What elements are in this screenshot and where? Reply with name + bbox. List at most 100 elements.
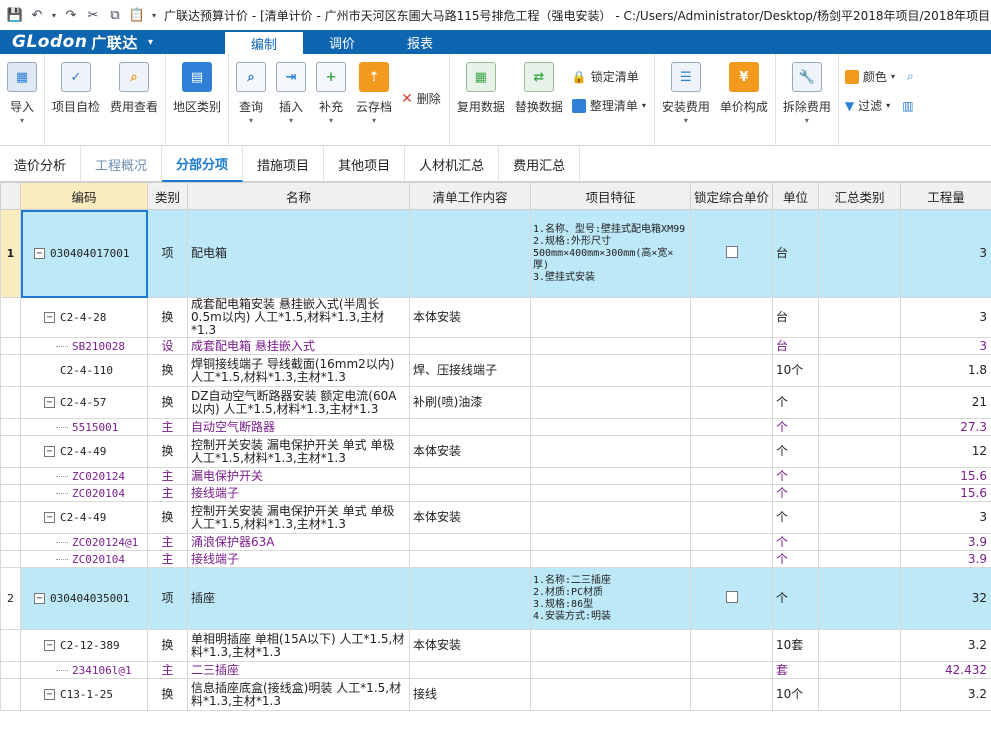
feature-cell[interactable]: 1.名称:二三插座 2.材质:PC材质 3.规格:86型 4.安装方式:明装 — [530, 567, 691, 630]
work-content-cell[interactable] — [409, 484, 531, 502]
cut-icon[interactable]: ✂ — [84, 6, 102, 24]
paste-icon[interactable]: 📋 — [128, 6, 146, 24]
category-cell[interactable]: 主 — [147, 533, 188, 551]
quantity-cell[interactable]: 3 — [900, 209, 991, 298]
work-content-cell[interactable] — [409, 209, 531, 298]
ribbon-tab-2[interactable]: 报表 — [381, 30, 459, 54]
page-tab-4[interactable]: 其他项目 — [324, 146, 406, 182]
work-content-cell[interactable]: 焊、压接线端子 — [409, 354, 531, 387]
code-cell[interactable]: − C13-1-25 — [20, 678, 148, 711]
summary-category-cell[interactable] — [818, 678, 901, 711]
column-header-1[interactable]: 编码 — [20, 182, 148, 210]
code-cell[interactable]: 234106l@1 — [20, 661, 148, 679]
feature-cell[interactable] — [530, 533, 691, 551]
unit-cell[interactable]: 套 — [772, 661, 819, 679]
customize-dropdown-icon[interactable]: ▾ — [150, 6, 158, 24]
delete-button[interactable]: ✕ 删除 — [401, 90, 441, 107]
quantity-cell[interactable]: 15.6 — [900, 484, 991, 502]
category-cell[interactable]: 主 — [147, 550, 188, 568]
row-number[interactable] — [0, 435, 21, 468]
summary-category-cell[interactable] — [818, 533, 901, 551]
feature-cell[interactable] — [530, 678, 691, 711]
code-cell[interactable]: − C2-4-57 — [20, 386, 148, 419]
feature-cell[interactable] — [530, 418, 691, 436]
feature-cell[interactable] — [530, 661, 691, 679]
name-cell[interactable]: 接线端子 — [187, 550, 410, 568]
quantity-cell[interactable]: 21 — [900, 386, 991, 419]
lock-price-cell[interactable] — [690, 297, 773, 338]
table-row[interactable]: ZC020104 主接线端子 个 3.9 — [0, 550, 991, 568]
summary-category-cell[interactable] — [818, 484, 901, 502]
page-tab-6[interactable]: 费用汇总 — [499, 146, 581, 182]
collapse-toggle-icon[interactable]: − — [34, 593, 45, 604]
quantity-cell[interactable]: 15.6 — [900, 467, 991, 485]
unit-cell[interactable]: 个 — [772, 386, 819, 419]
work-content-cell[interactable] — [409, 337, 531, 355]
summary-category-cell[interactable] — [818, 337, 901, 355]
summary-category-cell[interactable] — [818, 418, 901, 436]
name-cell[interactable]: 成套配电箱 悬挂嵌入式 — [187, 337, 410, 355]
name-cell[interactable]: 信息插座底盒(接线盒)明装 人工*1.5,材料*1.3,主材*1.3 — [187, 678, 410, 711]
lock-price-cell[interactable] — [690, 484, 773, 502]
unit-cell[interactable]: 个 — [772, 567, 819, 630]
dismantle-fee-button[interactable]: 🔧 拆除费用 ▾ — [778, 54, 836, 146]
category-cell[interactable]: 项 — [147, 567, 188, 630]
work-content-cell[interactable] — [409, 550, 531, 568]
collapse-toggle-icon[interactable]: − — [44, 689, 55, 700]
work-content-cell[interactable]: 本体安装 — [409, 435, 531, 468]
page-tab-1[interactable]: 工程概况 — [81, 146, 163, 182]
row-number[interactable] — [0, 501, 21, 534]
name-cell[interactable]: 成套配电箱安装 悬挂嵌入式(半周长0.5m以内) 人工*1.5,材料*1.3,主… — [187, 297, 410, 338]
project-check-button[interactable]: ✓ 项目自检 — [47, 54, 105, 146]
lock-price-cell[interactable] — [690, 386, 773, 419]
unit-cell[interactable]: 10套 — [772, 629, 819, 662]
work-content-cell[interactable] — [409, 467, 531, 485]
lock-price-cell[interactable] — [690, 337, 773, 355]
name-cell[interactable]: 自动空气断路器 — [187, 418, 410, 436]
feature-cell[interactable] — [530, 435, 691, 468]
lock-checkbox[interactable] — [725, 246, 738, 258]
page-tab-5[interactable]: 人材机汇总 — [405, 146, 500, 182]
category-cell[interactable]: 换 — [147, 354, 188, 387]
column-header-9[interactable]: 工程量 — [900, 182, 991, 210]
table-row[interactable]: 5515001 主自动空气断路器 个 27.3 — [0, 418, 991, 436]
name-cell[interactable]: 控制开关安装 漏电保护开关 单式 单极 人工*1.5,材料*1.3,主材*1.3 — [187, 501, 410, 534]
unit-cell[interactable]: 个 — [772, 467, 819, 485]
lock-price-cell[interactable] — [690, 678, 773, 711]
summary-category-cell[interactable] — [818, 661, 901, 679]
code-cell[interactable]: C2-4-110 — [20, 354, 148, 387]
reuse-data-button[interactable]: ▦ 复用数据 — [452, 54, 510, 146]
category-cell[interactable]: 换 — [147, 435, 188, 468]
collapse-toggle-icon[interactable]: − — [44, 640, 55, 651]
install-fee-button[interactable]: ☰ 安装费用 ▾ — [657, 54, 715, 146]
name-cell[interactable]: 控制开关安装 漏电保护开关 单式 单极 人工*1.5,材料*1.3,主材*1.3 — [187, 435, 410, 468]
feature-cell[interactable] — [530, 354, 691, 387]
code-cell[interactable]: − C2-4-28 — [20, 297, 148, 338]
row-number[interactable] — [0, 337, 21, 355]
category-cell[interactable]: 换 — [147, 629, 188, 662]
work-content-cell[interactable]: 本体安装 — [409, 501, 531, 534]
name-cell[interactable]: 二三插座 — [187, 661, 410, 679]
lock-price-cell[interactable] — [690, 354, 773, 387]
code-cell[interactable]: − C2-12-389 — [20, 629, 148, 662]
feature-cell[interactable] — [530, 297, 691, 338]
summary-category-cell[interactable] — [818, 567, 901, 630]
quantity-cell[interactable]: 3.9 — [900, 533, 991, 551]
category-cell[interactable]: 主 — [147, 467, 188, 485]
lock-price-cell[interactable] — [690, 209, 773, 298]
work-content-cell[interactable]: 本体安装 — [409, 297, 531, 338]
lock-price-cell[interactable] — [690, 661, 773, 679]
lock-price-cell[interactable] — [690, 435, 773, 468]
table-row[interactable]: − C2-12-389 换单相明插座 单相(15A以下) 人工*1.5,材料*1.3… — [0, 629, 991, 662]
table-row[interactable]: ZC020104 主接线端子 个 15.6 — [0, 484, 991, 502]
summary-category-cell[interactable] — [818, 501, 901, 534]
code-cell[interactable]: ZC020104 — [20, 484, 148, 502]
table-row[interactable]: 2−030404035001 项插座 1.名称:二三插座 2.材质:PC材质 3.规… — [0, 567, 991, 630]
supplement-button[interactable]: + 补充 ▾ — [311, 54, 351, 146]
lock-checkbox[interactable] — [725, 591, 738, 603]
binoculars-icon[interactable]: ⌕ — [907, 69, 914, 84]
feature-cell[interactable]: 1.名称、型号:壁挂式配电箱XM99 2.规格:外形尺寸500mm×400mm×… — [530, 209, 691, 298]
unit-price-button[interactable]: ¥ 单价构成 — [715, 54, 773, 146]
quantity-cell[interactable]: 3 — [900, 297, 991, 338]
summary-category-cell[interactable] — [818, 467, 901, 485]
